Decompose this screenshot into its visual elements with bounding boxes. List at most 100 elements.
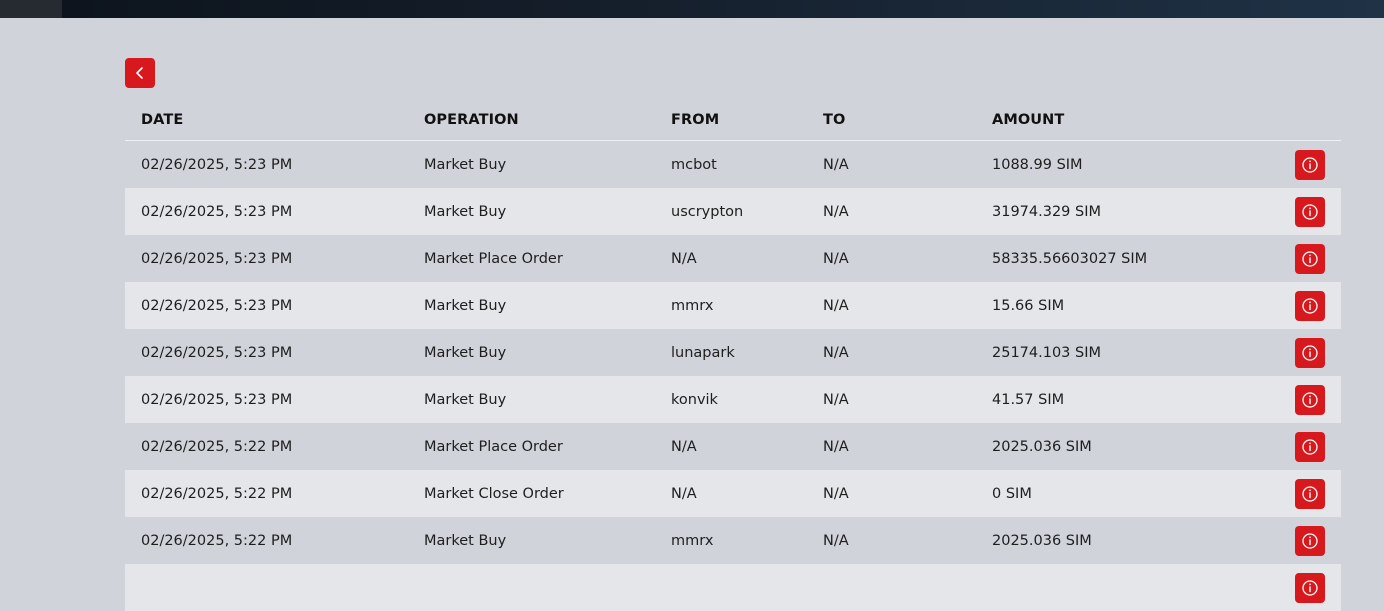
info-button[interactable]	[1295, 479, 1325, 509]
info-button[interactable]	[1295, 573, 1325, 603]
table-row[interactable]: 02/26/2025, 5:22 PMMarket Close OrderN/A…	[125, 470, 1341, 517]
info-icon	[1301, 156, 1319, 174]
table-body: 02/26/2025, 5:23 PMMarket BuymcbotN/A108…	[125, 141, 1341, 611]
cell-actions	[1266, 282, 1341, 329]
info-button[interactable]	[1295, 291, 1325, 321]
cell-date: 02/26/2025, 5:22 PM	[125, 517, 408, 564]
cell-date: 02/26/2025, 5:22 PM	[125, 470, 408, 517]
cell-actions	[1266, 564, 1341, 611]
table-row[interactable]: 02/26/2025, 5:22 PMMarket Place OrderN/A…	[125, 423, 1341, 470]
cell-from: konvik	[655, 376, 807, 423]
info-button[interactable]	[1295, 526, 1325, 556]
info-button[interactable]	[1295, 197, 1325, 227]
cell-amount: 41.57 SIM	[976, 376, 1266, 423]
info-icon	[1301, 297, 1319, 315]
column-header-operation[interactable]: OPERATION	[408, 100, 655, 141]
table-row[interactable]: 02/26/2025, 5:23 PMMarket BuymmrxN/A15.6…	[125, 282, 1341, 329]
cell-date: 02/26/2025, 5:22 PM	[125, 423, 408, 470]
column-header-to[interactable]: TO	[807, 100, 976, 141]
column-header-actions	[1266, 100, 1341, 141]
column-header-from[interactable]: FROM	[655, 100, 807, 141]
cell-actions	[1266, 376, 1341, 423]
table-row[interactable]: 02/26/2025, 5:23 PMMarket BuymcbotN/A108…	[125, 141, 1341, 189]
cell-from	[655, 564, 807, 611]
cell-amount: 2025.036 SIM	[976, 517, 1266, 564]
cell-from: lunapark	[655, 329, 807, 376]
cell-from: uscrypton	[655, 188, 807, 235]
cell-date	[125, 564, 408, 611]
info-icon	[1301, 532, 1319, 550]
table-row[interactable]: 02/26/2025, 5:23 PMMarket BuykonvikN/A41…	[125, 376, 1341, 423]
table-row[interactable]: 02/26/2025, 5:23 PMMarket BuylunaparkN/A…	[125, 329, 1341, 376]
info-icon	[1301, 579, 1319, 597]
table-row[interactable]: 02/26/2025, 5:23 PMMarket Place OrderN/A…	[125, 235, 1341, 282]
info-button[interactable]	[1295, 338, 1325, 368]
transactions-table: DATE OPERATION FROM TO AMOUNT 02/26/2025…	[125, 100, 1341, 611]
cell-actions	[1266, 423, 1341, 470]
cell-operation: Market Place Order	[408, 235, 655, 282]
cell-date: 02/26/2025, 5:23 PM	[125, 235, 408, 282]
navbar-tab[interactable]	[0, 0, 62, 18]
cell-operation: Market Buy	[408, 517, 655, 564]
cell-to: N/A	[807, 376, 976, 423]
back-button[interactable]	[125, 58, 155, 88]
cell-actions	[1266, 517, 1341, 564]
cell-operation: Market Buy	[408, 376, 655, 423]
cell-from: mcbot	[655, 141, 807, 189]
table-row[interactable]: 02/26/2025, 5:23 PMMarket BuyuscryptonN/…	[125, 188, 1341, 235]
cell-to: N/A	[807, 423, 976, 470]
cell-from: mmrx	[655, 282, 807, 329]
cell-from: N/A	[655, 423, 807, 470]
cell-to: N/A	[807, 188, 976, 235]
cell-date: 02/26/2025, 5:23 PM	[125, 282, 408, 329]
cell-amount: 1088.99 SIM	[976, 141, 1266, 189]
cell-to: N/A	[807, 517, 976, 564]
cell-actions	[1266, 188, 1341, 235]
cell-actions	[1266, 329, 1341, 376]
table-row[interactable]: 02/26/2025, 5:22 PMMarket BuymmrxN/A2025…	[125, 517, 1341, 564]
cell-amount: 0 SIM	[976, 470, 1266, 517]
cell-to: N/A	[807, 141, 976, 189]
info-button[interactable]	[1295, 432, 1325, 462]
cell-amount: 2025.036 SIM	[976, 423, 1266, 470]
cell-date: 02/26/2025, 5:23 PM	[125, 188, 408, 235]
cell-date: 02/26/2025, 5:23 PM	[125, 329, 408, 376]
cell-to: N/A	[807, 329, 976, 376]
cell-from: N/A	[655, 470, 807, 517]
info-icon	[1301, 485, 1319, 503]
cell-actions	[1266, 470, 1341, 517]
top-navbar	[0, 0, 1384, 18]
cell-amount	[976, 564, 1266, 611]
cell-amount: 58335.56603027 SIM	[976, 235, 1266, 282]
cell-amount: 15.66 SIM	[976, 282, 1266, 329]
info-icon	[1301, 203, 1319, 221]
cell-operation: Market Buy	[408, 329, 655, 376]
cell-operation: Market Close Order	[408, 470, 655, 517]
cell-operation: Market Buy	[408, 188, 655, 235]
info-icon	[1301, 438, 1319, 456]
cell-actions	[1266, 235, 1341, 282]
cell-operation: Market Place Order	[408, 423, 655, 470]
cell-operation: Market Buy	[408, 282, 655, 329]
cell-amount: 25174.103 SIM	[976, 329, 1266, 376]
info-button[interactable]	[1295, 150, 1325, 180]
info-button[interactable]	[1295, 244, 1325, 274]
column-header-amount[interactable]: AMOUNT	[976, 100, 1266, 141]
cell-operation: Market Buy	[408, 141, 655, 189]
cell-to: N/A	[807, 282, 976, 329]
info-icon	[1301, 344, 1319, 362]
cell-from: N/A	[655, 235, 807, 282]
chevron-left-icon	[133, 66, 147, 80]
info-icon	[1301, 391, 1319, 409]
table-header-row: DATE OPERATION FROM TO AMOUNT	[125, 100, 1341, 141]
column-header-date[interactable]: DATE	[125, 100, 408, 141]
cell-operation	[408, 564, 655, 611]
cell-date: 02/26/2025, 5:23 PM	[125, 376, 408, 423]
info-icon	[1301, 250, 1319, 268]
cell-date: 02/26/2025, 5:23 PM	[125, 141, 408, 189]
cell-to: N/A	[807, 470, 976, 517]
table-row[interactable]	[125, 564, 1341, 611]
info-button[interactable]	[1295, 385, 1325, 415]
cell-amount: 31974.329 SIM	[976, 188, 1266, 235]
cell-to: N/A	[807, 235, 976, 282]
